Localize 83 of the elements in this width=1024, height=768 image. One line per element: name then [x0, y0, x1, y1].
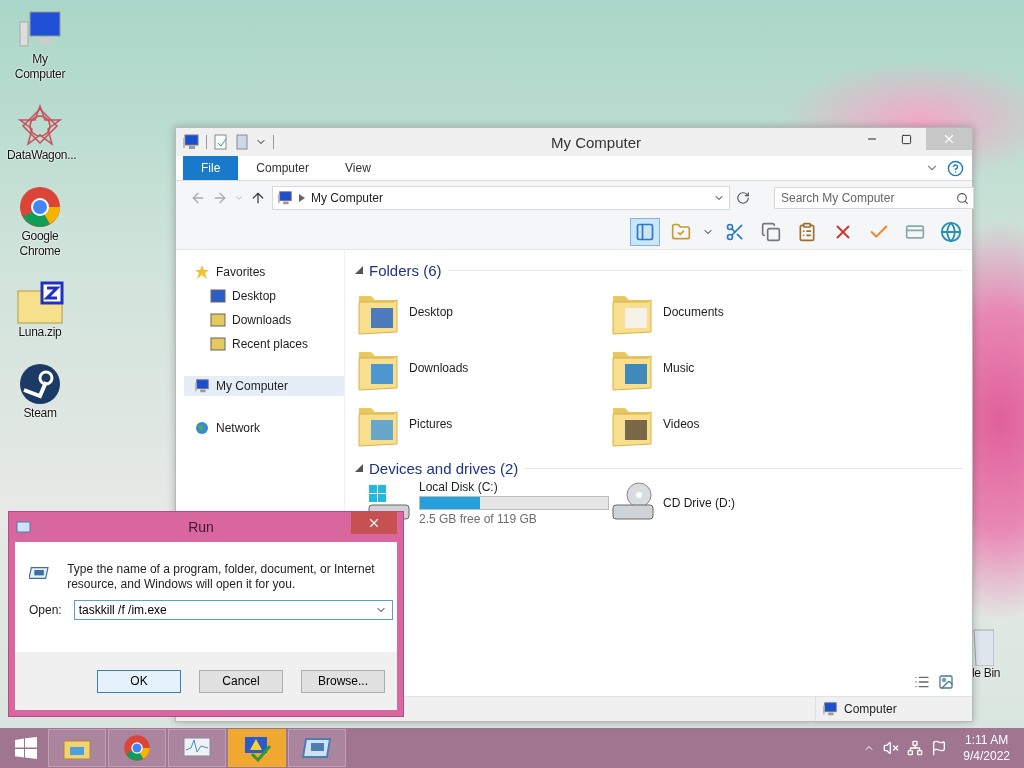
- copy-icon: [761, 222, 781, 242]
- window-title: My Computer: [550, 133, 642, 151]
- zip-folder-icon: [16, 281, 64, 325]
- folder-label[interactable]: Documents: [663, 305, 724, 319]
- details-view-icon[interactable]: [914, 674, 930, 690]
- close-icon: [942, 132, 956, 146]
- collapse-triangle-icon[interactable]: [355, 464, 363, 472]
- search-field[interactable]: Search My Computer: [774, 187, 974, 209]
- desktop-icon-label[interactable]: My Computer: [7, 52, 73, 82]
- nav-item[interactable]: My Computer: [184, 376, 344, 396]
- folder-label[interactable]: Pictures: [409, 417, 453, 431]
- star-icon: [194, 264, 210, 280]
- dialog-description: Type the name of a program, folder, document, or Internet resource, and Windows will open it for you.: [67, 562, 376, 592]
- card-icon: [905, 222, 925, 242]
- nav-item[interactable]: Downloads: [184, 310, 344, 330]
- group-heading: Devices and drives (2): [369, 459, 519, 477]
- computer-icon: [277, 190, 293, 206]
- close-icon: [367, 516, 381, 530]
- chrome-taskbar-icon[interactable]: [108, 729, 166, 767]
- volume-muted-icon[interactable]: [883, 740, 900, 756]
- dialog-button[interactable]: Browse...: [301, 669, 385, 693]
- run-taskbar-icon[interactable]: [288, 729, 346, 767]
- globe-icon: [940, 221, 962, 243]
- new-folder-icon[interactable]: [235, 134, 249, 150]
- flag-icon[interactable]: [931, 740, 948, 756]
- folder-check-icon: [671, 222, 691, 242]
- close-button[interactable]: [351, 512, 397, 534]
- preview-pane-button[interactable]: [630, 218, 660, 246]
- desktop-icon: [210, 289, 226, 303]
- windows-logo-icon: [15, 737, 37, 759]
- file-explorer-taskbar-icon[interactable]: [48, 729, 106, 767]
- drive-label[interactable]: Local Disk (C:): [419, 480, 609, 494]
- dialog-button[interactable]: OK: [97, 669, 181, 693]
- status-text: Computer: [844, 702, 897, 716]
- nav-item[interactable]: Recent places: [184, 334, 344, 354]
- downloads-icon: [210, 313, 226, 327]
- recent-places-icon: [210, 337, 226, 351]
- computer-icon: [822, 701, 838, 717]
- back-button[interactable]: [190, 190, 206, 206]
- command-field[interactable]: taskkill /f /im.exe: [73, 600, 393, 620]
- ribbon-tab[interactable]: File: [183, 156, 239, 180]
- desktop-icon-label[interactable]: Luna.zip: [7, 325, 73, 340]
- group-heading: Folders (6): [369, 261, 442, 279]
- large-icons-view-icon[interactable]: [938, 674, 954, 690]
- clock[interactable]: 1:11 AM 9/4/2022: [955, 732, 1010, 764]
- warning-check-taskbar-icon[interactable]: [228, 729, 286, 767]
- ribbon-tab[interactable]: Computer: [238, 156, 328, 180]
- nav-item[interactable]: Network: [184, 418, 344, 438]
- breadcrumb-arrow-icon: [299, 194, 305, 202]
- run-icon: [15, 521, 31, 533]
- computer-icon: [194, 378, 210, 394]
- folder-label[interactable]: Videos: [663, 417, 700, 431]
- steam-icon: [18, 362, 62, 406]
- address-bar[interactable]: My Computer: [272, 186, 730, 210]
- network-icon[interactable]: [907, 740, 924, 756]
- folder-label[interactable]: Desktop: [409, 305, 454, 319]
- collapse-triangle-icon[interactable]: [355, 266, 363, 274]
- open-label: Open:: [29, 603, 62, 617]
- chrome-icon: [18, 185, 62, 229]
- dialog-title: Run: [187, 519, 215, 535]
- scissors-icon: [725, 222, 745, 242]
- star-pattern-icon: [18, 104, 62, 148]
- free-space-text: 2.5 GB free of 119 GB: [419, 512, 538, 526]
- forward-button[interactable]: [212, 190, 228, 206]
- folder-label[interactable]: Downloads: [409, 361, 469, 375]
- nav-item[interactable]: Favorites: [184, 262, 344, 282]
- globe-icon: [194, 420, 210, 436]
- folder-label[interactable]: Music: [663, 361, 695, 375]
- refresh-button[interactable]: [736, 191, 750, 205]
- pane-icon: [635, 222, 655, 242]
- dialog-button[interactable]: Cancel: [199, 669, 283, 693]
- nav-item[interactable]: Desktop: [184, 286, 344, 306]
- desktop-icon-label[interactable]: Google Chrome: [7, 229, 73, 259]
- clipboard-icon: [797, 222, 817, 242]
- maximize-icon: [900, 133, 912, 145]
- drive-label[interactable]: CD Drive (D:): [663, 496, 735, 510]
- desktop-icon-label[interactable]: Steam: [7, 406, 73, 421]
- ribbon-tab[interactable]: View: [327, 156, 389, 180]
- properties-icon[interactable]: [213, 134, 229, 150]
- up-button[interactable]: [250, 190, 266, 206]
- desktop-icon-label[interactable]: le Bin: [972, 666, 1001, 681]
- computer-icon: [182, 133, 200, 151]
- monitor-chart-taskbar-icon[interactable]: [168, 729, 226, 767]
